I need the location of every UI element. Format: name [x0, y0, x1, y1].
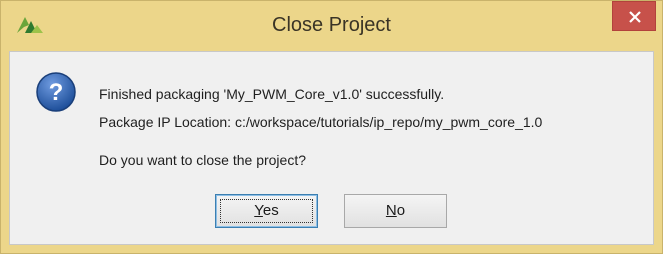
window-title: Close Project [272, 14, 391, 36]
question-text: Do you want to close the project? [99, 152, 307, 168]
no-mnemonic: N [385, 202, 397, 219]
yes-button[interactable]: Yes [215, 194, 318, 228]
close-project-dialog: Close Project ? Finished packaging 'My_P… [0, 0, 663, 254]
message-line-1: Finished packaging 'My_PWM_Core_v1.0' su… [99, 86, 445, 102]
no-button[interactable]: No [344, 194, 447, 228]
no-label-rest: o [396, 202, 406, 219]
dialog-content: ? Finished packaging 'My_PWM_Core_v1.0' … [9, 51, 654, 245]
title-bar[interactable]: Close Project [1, 1, 662, 49]
focus-rectangle [220, 199, 313, 223]
close-button[interactable] [612, 1, 656, 31]
svg-text:?: ? [49, 79, 64, 106]
message-line-2: Package IP Location: c:/workspace/tutori… [99, 114, 543, 130]
question-icon: ? [35, 71, 77, 113]
close-icon [629, 11, 641, 23]
